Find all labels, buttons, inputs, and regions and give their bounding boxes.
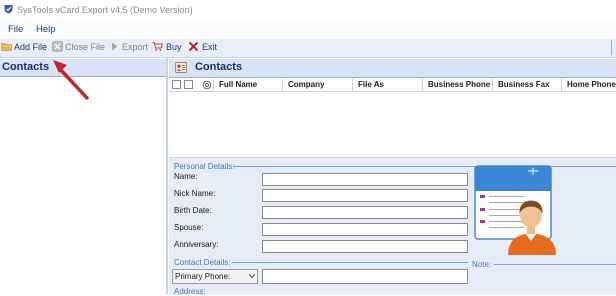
contacts-tree[interactable] — [0, 77, 166, 294]
vcard-illustration — [474, 165, 556, 255]
attachment-icon — [202, 80, 212, 90]
panel-splitter[interactable] — [166, 57, 168, 294]
contact-details-label: Contact Details: — [174, 258, 231, 267]
left-panel-title: Contacts — [2, 61, 50, 73]
menu-file[interactable]: File — [8, 24, 23, 35]
chevron-down-icon[interactable] — [248, 272, 256, 280]
phone-field[interactable] — [262, 269, 468, 284]
red-arrow-annotation — [53, 60, 89, 100]
birth-date-field[interactable] — [262, 206, 468, 219]
phone-type-select[interactable]: Primary Phone: — [172, 269, 258, 284]
window-title: SysTools vCard Export v4.5 (Demo Version… — [17, 5, 193, 15]
close-file-button[interactable]: Close File — [65, 42, 105, 52]
column-flag-icon — [184, 80, 193, 89]
column-company[interactable]: Company — [282, 79, 352, 91]
note-divider — [494, 264, 616, 265]
column-full-name[interactable]: Full Name — [213, 79, 282, 91]
export-button[interactable]: Export — [122, 42, 148, 52]
birth-date-label: Birth Date: — [174, 206, 212, 215]
contact-details-divider — [232, 262, 468, 263]
contacts-grid[interactable] — [169, 92, 616, 157]
anniversary-label: Anniversary: — [174, 240, 219, 249]
menu-help[interactable]: Help — [36, 24, 56, 35]
personal-details-label: Personal Details: — [174, 162, 235, 171]
toolbar-edge — [611, 40, 612, 55]
exit-icon[interactable] — [188, 41, 199, 52]
address-label: Address: — [174, 287, 206, 296]
buy-button[interactable]: Buy — [166, 42, 182, 52]
close-file-icon[interactable] — [52, 41, 63, 52]
column-business-phone[interactable]: Business Phone — [422, 79, 492, 91]
spouse-label: Spouse: — [174, 223, 204, 232]
spouse-field[interactable] — [262, 223, 468, 236]
name-label: Name: — [174, 172, 198, 181]
buy-icon[interactable] — [152, 41, 163, 52]
right-panel-title: Contacts — [195, 61, 243, 73]
nick-name-label: Nick Name: — [174, 189, 216, 198]
column-file-as[interactable]: File As — [352, 79, 422, 91]
add-file-icon[interactable] — [1, 41, 12, 52]
column-business-fax[interactable]: Business Fax — [492, 79, 561, 91]
name-field[interactable] — [262, 173, 468, 186]
select-all-checkbox[interactable] — [172, 80, 181, 89]
add-file-button[interactable]: Add File — [14, 42, 47, 52]
nick-name-field[interactable] — [262, 189, 468, 202]
app-icon — [4, 5, 13, 14]
column-home-phone[interactable]: Home Phone — [561, 79, 616, 91]
menu-bar — [0, 20, 616, 39]
exit-button[interactable]: Exit — [202, 42, 217, 52]
export-icon[interactable] — [109, 41, 120, 52]
note-label: Note: — [472, 260, 492, 269]
contacts-icon — [175, 62, 187, 73]
anniversary-field[interactable] — [262, 240, 468, 253]
